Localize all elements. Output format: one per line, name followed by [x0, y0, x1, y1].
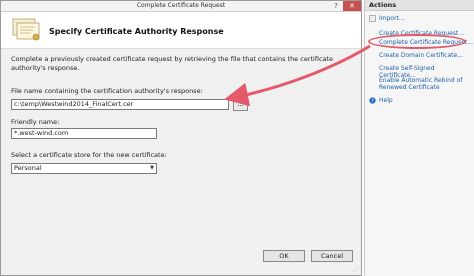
svg-text:?: ?: [371, 99, 374, 104]
browse-button[interactable]: ...: [233, 99, 248, 111]
certificate-store-value: Personal: [14, 164, 42, 172]
help-button[interactable]: ?: [329, 1, 343, 11]
cancel-button[interactable]: Cancel: [311, 250, 353, 262]
dialog-content: Complete a previously created certificat…: [1, 49, 361, 249]
highlight-ellipse: [368, 34, 466, 49]
dialog-header: Specify Certificate Authority Response: [1, 12, 361, 49]
certificate-store-label: Select a certificate store for the new c…: [11, 151, 167, 159]
complete-certificate-request-dialog: Complete Certificate Request ? ✕ Specify…: [0, 0, 362, 276]
help-icon: ?: [369, 97, 376, 104]
description-text: Complete a previously created certificat…: [11, 55, 334, 72]
action-create-domain-certificate[interactable]: Create Domain Certificate...: [379, 52, 473, 59]
actions-title: Actions: [365, 0, 474, 11]
close-button[interactable]: ✕: [343, 1, 361, 11]
file-name-input[interactable]: c:\temp\Westwind2014_FinalCert.cer: [11, 99, 229, 110]
file-name-label: File name containing the certification a…: [11, 87, 203, 95]
friendly-name-label: Friendly name:: [11, 118, 60, 126]
title-bar: Complete Certificate Request ? ✕: [1, 1, 361, 12]
ok-button[interactable]: OK: [263, 250, 305, 262]
certificate-icon: [12, 18, 40, 41]
import-icon: [369, 15, 376, 22]
window-title: Complete Certificate Request: [136, 2, 226, 9]
action-help[interactable]: Help: [379, 97, 473, 104]
page-title: Specify Certificate Authority Response: [49, 27, 224, 36]
chevron-down-icon: ▼: [150, 165, 154, 171]
resize-grip-icon[interactable]: ⋰: [353, 266, 359, 273]
action-enable-automatic-rebind[interactable]: Enable Automatic Rebind of Renewed Certi…: [379, 77, 473, 91]
friendly-name-input[interactable]: *.west-wind.com: [11, 128, 157, 139]
action-import[interactable]: Import...: [379, 15, 473, 22]
certificate-store-select[interactable]: Personal ▼: [11, 163, 157, 174]
